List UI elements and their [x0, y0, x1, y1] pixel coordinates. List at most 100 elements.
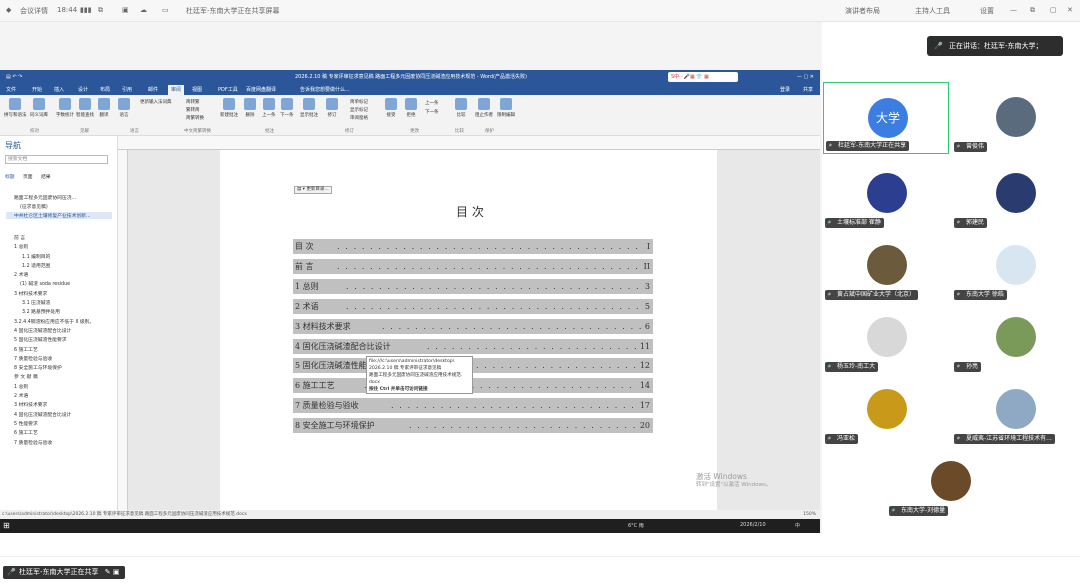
zoom-level[interactable]: 150%: [803, 510, 816, 519]
nav-heading-item[interactable]: 6 施工工艺: [14, 346, 38, 353]
word-tab-1[interactable]: 开始: [32, 86, 42, 93]
close-icon[interactable]: ✕: [1067, 6, 1073, 14]
restore-icon[interactable]: ⧉: [1030, 6, 1035, 15]
record-icon[interactable]: ▣: [122, 6, 129, 14]
nav-heading-item[interactable]: 1 总则: [14, 243, 28, 250]
screen-icon[interactable]: ▭: [162, 6, 169, 14]
ribbon-button-7[interactable]: 删除: [244, 98, 256, 118]
ribbon-button-16[interactable]: 限制编辑: [497, 98, 515, 118]
ribbon-small-button-2[interactable]: 繁转简: [186, 107, 200, 113]
nav-heading-item[interactable]: 7 质量检验与验收: [14, 439, 52, 446]
edit-icon[interactable]: ✎ ▣: [105, 568, 120, 576]
nav-heading-item[interactable]: 中共杜仑区土壤修复产业技术创新...: [6, 212, 112, 219]
toc-entry[interactable]: . . . . . . . . . . . . . . . . . . . . …: [293, 398, 653, 414]
toc-entry[interactable]: . . . . . . . . . . . . . . . . . . . . …: [293, 239, 653, 254]
toc-entry[interactable]: . . . . . . . . . . . . . . . . . . . . …: [293, 418, 653, 434]
nav-heading-item[interactable]: 5 固化压浇碱渣性能要求: [14, 336, 67, 343]
participant-tile[interactable]: 🎤 东南大学 徐皓: [952, 230, 1078, 302]
windows-start-icon[interactable]: ⊞: [3, 521, 10, 530]
participant-tile[interactable]: 大学 🎤 杜廷军-东南大学正在共享: [823, 82, 949, 154]
ribbon-small-button-8[interactable]: 下一条: [425, 109, 439, 115]
nav-heading-item[interactable]: 3.1 压浇碱渣: [22, 299, 50, 306]
horizontal-ruler[interactable]: [118, 136, 820, 150]
participant-tile[interactable]: 🎤 黄占斌中国矿业大学（北京）: [823, 230, 949, 302]
word-save-icon[interactable]: ▤ ↶ ↷: [6, 70, 22, 84]
nav-heading-item[interactable]: 3 材料技术要求: [14, 290, 47, 297]
word-tab-4[interactable]: 布局: [100, 86, 110, 93]
nav-heading-item[interactable]: 1.1 编制目的: [22, 253, 50, 260]
nav-heading-item[interactable]: 2 术语: [14, 271, 28, 278]
word-tab-7[interactable]: 审阅: [168, 85, 185, 95]
word-login[interactable]: 登录: [780, 86, 790, 93]
ribbon-button-0[interactable]: 拼写和语法: [4, 98, 27, 118]
word-search[interactable]: 告诉我您想要做什么...: [300, 86, 350, 93]
ribbon-button-1[interactable]: 同义词库: [30, 98, 48, 118]
word-tab-2[interactable]: 插入: [54, 86, 64, 93]
ribbon-button-11[interactable]: 修订: [326, 98, 338, 118]
toc-entry[interactable]: . . . . . . . . . . . . . . . . . . . . …: [293, 318, 653, 334]
ribbon-button-2[interactable]: 字数统计: [56, 98, 74, 118]
ribbon-button-15[interactable]: 阻止作者: [475, 98, 493, 118]
meeting-details-link[interactable]: 会议详情: [20, 6, 48, 16]
nav-heading-item[interactable]: 3.2 路基预拌处用: [22, 308, 60, 315]
participant-tile[interactable]: 🎤 冯亚松: [823, 374, 949, 446]
ribbon-small-button-1[interactable]: 简转繁: [186, 99, 200, 105]
word-window-controls[interactable]: — ▢ ✕: [797, 70, 814, 84]
toc-entry[interactable]: . . . . . . . . . . . . . . . . . . . . …: [293, 298, 653, 314]
minimize-icon[interactable]: —: [1010, 6, 1017, 14]
toc-entry[interactable]: . . . . . . . . . . . . . . . . . . . . …: [293, 338, 653, 354]
layout-button[interactable]: 演讲者布局: [845, 6, 880, 16]
participant-tile[interactable]: 🎤 土壤标准部 崔静: [823, 158, 949, 230]
toc-entry[interactable]: . . . . . . . . . . . . . . . . . . . . …: [293, 378, 653, 394]
nav-heading-item[interactable]: 8 安全施工与环境保护: [14, 364, 62, 371]
update-toc-button[interactable]: ▤ ▾ 更新目录...: [294, 186, 332, 194]
ribbon-small-button-3[interactable]: 简繁转换: [186, 115, 204, 121]
word-tab-3[interactable]: 设计: [78, 86, 88, 93]
nav-heading-item[interactable]: 4 固化压浇碱渣配合比设计: [14, 411, 71, 418]
participant-tile[interactable]: 🎤 东南大学-刘德量: [887, 446, 1013, 518]
nav-heading-item[interactable]: 7 质量检验与验收: [14, 355, 52, 362]
host-tools-button[interactable]: 主持人工具: [915, 6, 950, 16]
ribbon-button-13[interactable]: 拒绝: [405, 98, 417, 118]
taskbar-weather[interactable]: 6°C 雨: [628, 522, 644, 529]
participant-tile[interactable]: 🎤 杨玉玲-南工大: [823, 302, 949, 374]
nav-heading-item[interactable]: (征求意见稿): [20, 203, 48, 210]
external-icon[interactable]: ⧉: [98, 6, 103, 15]
nav-tab-0[interactable]: 标题: [5, 173, 15, 180]
nav-heading-item[interactable]: 3.2.4.4钢渣粉应用应不低于 II 级别。: [14, 318, 94, 325]
nav-heading-item[interactable]: 路面工程多元固废协同压浇...: [14, 194, 76, 201]
ribbon-small-button-5[interactable]: 显示标记: [350, 107, 368, 113]
word-tab-6[interactable]: 邮件: [148, 86, 158, 93]
word-tab-0[interactable]: 文件: [6, 86, 16, 93]
word-tab-8[interactable]: 视图: [192, 86, 202, 93]
nav-heading-item[interactable]: 前 言: [14, 234, 25, 241]
nav-heading-item[interactable]: 1 总则: [14, 383, 28, 390]
ribbon-button-8[interactable]: 上一条: [262, 98, 276, 118]
nav-heading-item[interactable]: 1.2 适用范围: [22, 262, 50, 269]
nav-tab-1[interactable]: 页面: [23, 173, 33, 180]
ribbon-small-button-4[interactable]: 简单标记: [350, 99, 368, 105]
nav-heading-item[interactable]: 3 材料技术要求: [14, 401, 47, 408]
participant-tile[interactable]: 🎤 夏威夷-江苏省环境工程技术有...: [952, 374, 1078, 446]
maximize-icon[interactable]: ▢: [1050, 6, 1057, 14]
ribbon-button-9[interactable]: 下一条: [280, 98, 294, 118]
cloud-icon[interactable]: ☁: [140, 6, 147, 14]
ribbon-button-12[interactable]: 接受: [385, 98, 397, 118]
participant-tile[interactable]: 🎤 孙亮: [952, 302, 1078, 374]
ribbon-button-4[interactable]: 翻译: [98, 98, 110, 118]
nav-heading-item[interactable]: 6 施工工艺: [14, 429, 38, 436]
word-tab-10[interactable]: 百度网盘翻译: [246, 86, 276, 93]
toc-entry[interactable]: . . . . . . . . . . . . . . . . . . . . …: [293, 358, 653, 374]
ribbon-small-button-0[interactable]: 更新输入法词典: [140, 99, 172, 105]
taskbar-lang[interactable]: 中: [795, 522, 800, 529]
ribbon-button-10[interactable]: 显示批注: [300, 98, 318, 118]
ribbon-button-14[interactable]: 比较: [455, 98, 467, 118]
toc-entry[interactable]: . . . . . . . . . . . . . . . . . . . . …: [293, 258, 653, 274]
toc-entry[interactable]: . . . . . . . . . . . . . . . . . . . . …: [293, 278, 653, 294]
ribbon-small-button-6[interactable]: 审阅窗格: [350, 115, 368, 121]
ribbon-small-button-7[interactable]: 上一条: [425, 100, 439, 106]
sharing-status-chip[interactable]: 🎤 杜廷军-东南大学正在共享 ✎ ▣: [3, 566, 126, 579]
ribbon-button-3[interactable]: 智能查找: [76, 98, 94, 118]
vertical-ruler[interactable]: [118, 150, 128, 510]
nav-heading-item[interactable]: 2 术语: [14, 392, 28, 399]
